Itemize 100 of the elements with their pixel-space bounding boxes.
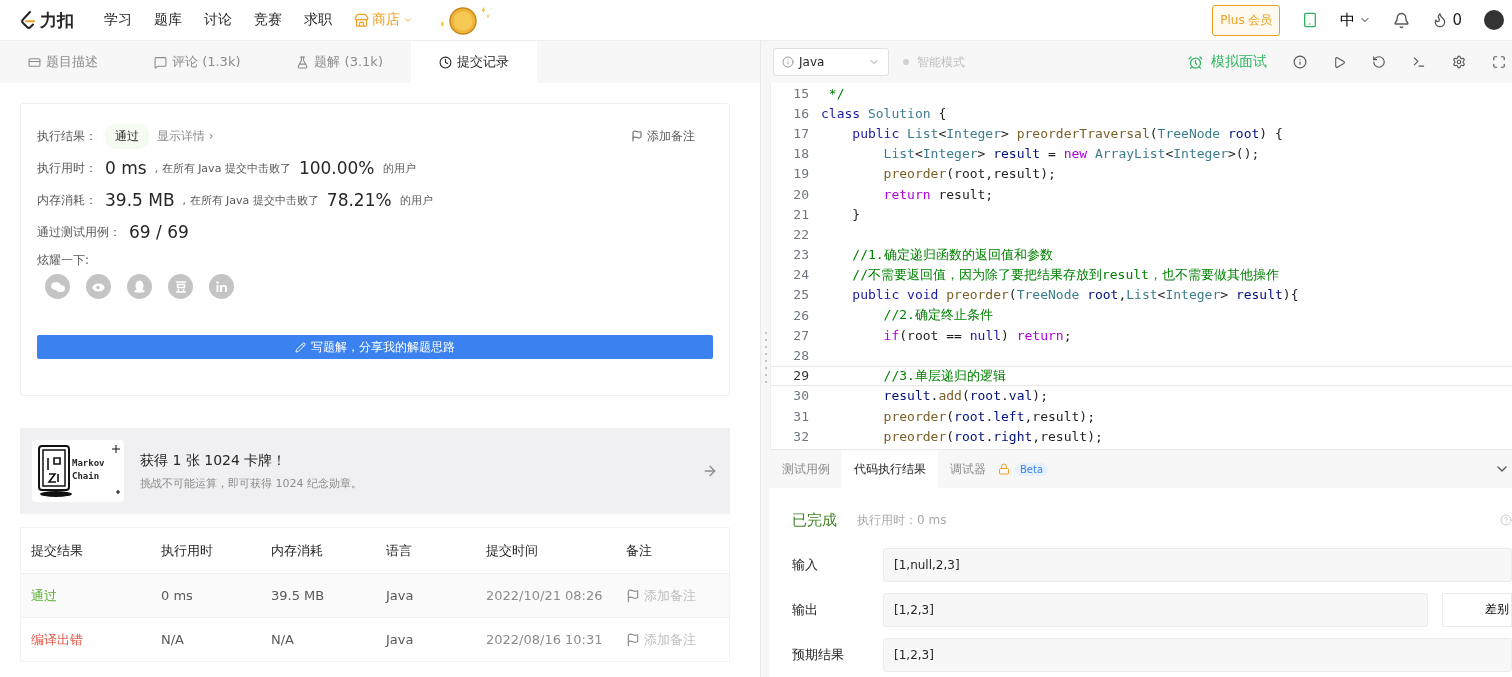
card-icon <box>28 55 41 69</box>
panel-tab[interactable]: 提交记录 <box>410 41 537 83</box>
diff-button[interactable]: 差别 <box>1442 592 1512 627</box>
add-note-button[interactable]: 添加备注 <box>626 630 729 649</box>
logo-icon[interactable] <box>20 11 36 29</box>
column-header: 语言 <box>386 541 413 560</box>
status-link[interactable]: 通过 <box>31 586 161 605</box>
points-counter[interactable]: 0 <box>1452 11 1462 29</box>
code-line: return result; <box>882 186 994 202</box>
lock-icon <box>998 463 1010 475</box>
mock-interview-button[interactable]: 模拟面试 <box>1182 52 1273 72</box>
language-select[interactable]: Java <box>773 48 889 76</box>
field-label: 输入 <box>792 555 819 574</box>
promo-banner[interactable]: Markov Chain 获得 1 张 1024 卡牌！ 挑战不可能运算，即可获得 1024 纪念勋章。 <box>20 428 730 514</box>
panel-tab[interactable]: 题解 (3.1k) <box>268 41 411 83</box>
tablet-icon[interactable] <box>1302 12 1319 28</box>
logo-text[interactable]: 力扣 <box>40 8 74 32</box>
shop-link[interactable]: 商店 <box>354 11 413 29</box>
line-number: 24 <box>792 267 810 283</box>
alarm-clock-icon <box>1188 54 1203 70</box>
line-number: 27 <box>792 327 810 343</box>
nav-link[interactable]: 题库 <box>154 11 182 29</box>
terminal-icon <box>1412 55 1426 69</box>
tests-value: 69 / 69 <box>129 222 189 242</box>
line-number: 19 <box>792 166 810 182</box>
line-number: 28 <box>792 348 810 364</box>
code-line: //不需要返回值，因为除了要把结果存放到result，也不需要做其他操作 <box>851 265 1279 284</box>
code-line: */ <box>827 85 845 101</box>
result-field: [1,null,2,3] <box>883 547 1512 582</box>
user-avatar[interactable] <box>1484 10 1504 30</box>
line-number: 18 <box>792 146 810 162</box>
line-number: 15 <box>792 85 810 101</box>
stat-percent: 100.00% <box>298 158 375 178</box>
store-icon <box>354 12 369 28</box>
table-cell-text: 39.5 MB <box>271 588 326 603</box>
line-number: 20 <box>792 186 810 202</box>
stat-label: 内存消耗： <box>37 191 97 209</box>
language-menu-button[interactable]: 中 <box>1340 10 1356 30</box>
run-status: 已完成 <box>792 510 837 530</box>
line-number: 17 <box>792 125 810 141</box>
speech-bubble-icon <box>154 55 167 69</box>
flag-icon <box>626 632 640 647</box>
banner-title: 获得 1 张 1024 卡牌！ <box>140 451 288 470</box>
nav-link[interactable]: 竞赛 <box>254 11 282 29</box>
card-caption: Chain <box>72 470 101 483</box>
code-line: if(root == null) return; <box>882 327 1072 343</box>
code-line: //3.单层递归的逻辑 <box>882 366 1006 385</box>
console-tab[interactable]: 测试用例 <box>770 450 842 488</box>
code-line: public void preorder(TreeNode root,List<Integer> result){ <box>851 287 1299 303</box>
eye-icon <box>91 281 106 292</box>
pencil-icon <box>295 341 306 353</box>
table-cell-text: 0 ms <box>161 588 194 603</box>
code-line: preorder(root,result); <box>882 166 1056 182</box>
panel-tab[interactable]: 评论 (1.3k) <box>126 41 269 83</box>
code-line: class Solution { <box>821 105 947 121</box>
notification-bell-icon[interactable] <box>1393 11 1411 29</box>
stat-value: 0 ms <box>105 158 147 178</box>
caret-icon <box>403 15 413 25</box>
column-header: 提交结果 <box>31 541 84 560</box>
nav-link[interactable]: 讨论 <box>204 11 232 29</box>
fullscreen-icon <box>1492 55 1506 69</box>
code-line: List<Integer> result = new ArrayList<Integer>(); <box>882 146 1260 162</box>
info-icon <box>782 56 794 68</box>
column-header: 内存消耗 <box>271 541 324 560</box>
status-link[interactable]: 编译出错 <box>31 630 161 649</box>
column-header: 执行用时 <box>161 541 214 560</box>
flask-icon <box>296 55 310 69</box>
details-link[interactable]: 显示详情 › <box>157 127 214 145</box>
code-line: //2.确定终止条件 <box>882 306 993 325</box>
table-cell-text: Java <box>386 588 415 603</box>
write-solution-button[interactable]: 写题解，分享我的解题思路 <box>37 335 713 359</box>
add-note-button[interactable]: 添加备注 <box>625 126 701 146</box>
result-badge: 通过 <box>105 123 149 149</box>
panel-tab[interactable]: 题目描述 <box>0 41 126 83</box>
column-header: 备注 <box>626 541 653 560</box>
console-tab[interactable]: 调试器 <box>938 450 998 488</box>
nav-link[interactable]: 求职 <box>304 11 332 29</box>
stat-value: 39.5 MB <box>105 190 175 210</box>
run-time: 执行用时：0 ms <box>857 511 947 529</box>
table-cell-text: N/A <box>271 632 295 647</box>
penguin-icon <box>134 280 145 293</box>
info-icon <box>1293 55 1307 69</box>
stat-percent: 78.21% <box>326 190 392 210</box>
plus-membership-button[interactable]: Plus 会员 <box>1212 4 1281 36</box>
result-label: 执行结果： <box>37 127 97 145</box>
line-number: 21 <box>792 206 810 222</box>
code-line: //1.确定递归函数的返回值和参数 <box>851 245 1053 264</box>
line-number: 16 <box>792 105 810 121</box>
column-header: 提交时间 <box>486 541 539 560</box>
stat-label: 执行用时： <box>37 159 97 177</box>
stat-suffix: 的用户 <box>382 160 416 176</box>
table-cell-text: 2022/10/21 08:26 <box>486 588 604 603</box>
field-label: 预期结果 <box>792 645 845 664</box>
stat-description: , 在所有 Java 提交中击败了 <box>182 192 319 208</box>
bean-icon <box>174 280 187 293</box>
settings-icon <box>1452 55 1466 69</box>
nav-link[interactable]: 学习 <box>104 11 132 29</box>
console-tab[interactable]: 代码执行结果 <box>842 450 938 488</box>
chat-bubbles-icon <box>50 280 65 293</box>
flag-icon <box>626 588 640 603</box>
